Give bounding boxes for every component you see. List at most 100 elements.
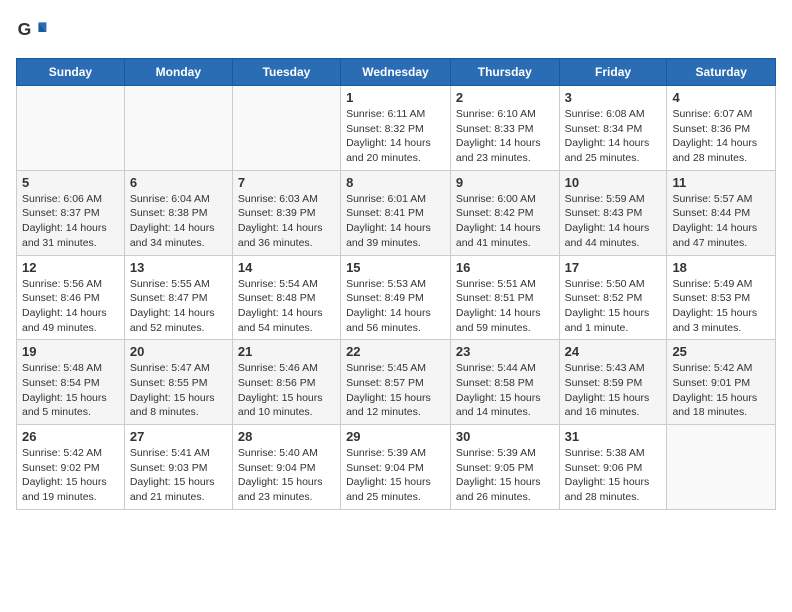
day-number: 29 [346, 429, 445, 444]
day-info: Sunrise: 5:56 AM Sunset: 8:46 PM Dayligh… [22, 277, 119, 336]
calendar-cell [124, 86, 232, 171]
day-number: 6 [130, 175, 227, 190]
day-number: 7 [238, 175, 335, 190]
calendar-cell: 9Sunrise: 6:00 AM Sunset: 8:42 PM Daylig… [450, 170, 559, 255]
day-number: 20 [130, 344, 227, 359]
day-info: Sunrise: 5:44 AM Sunset: 8:58 PM Dayligh… [456, 361, 554, 420]
day-info: Sunrise: 5:42 AM Sunset: 9:01 PM Dayligh… [672, 361, 770, 420]
day-info: Sunrise: 5:53 AM Sunset: 8:49 PM Dayligh… [346, 277, 445, 336]
calendar-cell: 20 Sunrise: 5:47 AM Sunset: 8:55 PM Dayli… [124, 340, 232, 425]
calendar-cell: 31 Sunrise: 5:38 AM Sunset: 9:06 PM Dayli… [559, 425, 667, 510]
calendar-cell: 17 Sunrise: 5:50 AM Sunset: 8:52 PM Dayli… [559, 255, 667, 340]
day-number: 26 [22, 429, 119, 444]
day-info: Sunrise: 5:55 AM Sunset: 8:47 PM Dayligh… [130, 277, 227, 336]
day-number: 10 [565, 175, 662, 190]
day-number: 22 [346, 344, 445, 359]
weekday-header-friday: Friday [559, 59, 667, 86]
day-number: 28 [238, 429, 335, 444]
day-number: 2 [456, 90, 554, 105]
calendar-week-4: 19Sunrise: 5:48 AM Sunset: 8:54 PM Dayli… [17, 340, 776, 425]
calendar-cell: 25 Sunrise: 5:42 AM Sunset: 9:01 PM Dayli… [667, 340, 776, 425]
calendar-cell: 21 Sunrise: 5:46 AM Sunset: 8:56 PM Dayli… [232, 340, 340, 425]
calendar-cell: 12 Sunrise: 5:56 AM Sunset: 8:46 PM Dayli… [17, 255, 125, 340]
calendar-cell [232, 86, 340, 171]
calendar-cell: 13 Sunrise: 5:55 AM Sunset: 8:47 PM Dayli… [124, 255, 232, 340]
logo: G [16, 16, 52, 48]
day-number: 31 [565, 429, 662, 444]
day-info: Sunrise: 6:11 AM Sunset: 8:32 PM Dayligh… [346, 107, 445, 166]
day-number: 30 [456, 429, 554, 444]
day-info: Sunrise: 6:10 AM Sunset: 8:33 PM Dayligh… [456, 107, 554, 166]
logo-icon: G [16, 16, 48, 48]
day-number: 3 [565, 90, 662, 105]
day-info: Sunrise: 5:45 AM Sunset: 8:57 PM Dayligh… [346, 361, 445, 420]
day-number: 17 [565, 260, 662, 275]
calendar-cell: 14Sunrise: 5:54 AM Sunset: 8:48 PM Dayli… [232, 255, 340, 340]
calendar-cell: 22 Sunrise: 5:45 AM Sunset: 8:57 PM Dayli… [341, 340, 451, 425]
day-info: Sunrise: 5:51 AM Sunset: 8:51 PM Dayligh… [456, 277, 554, 336]
day-info: Sunrise: 5:41 AM Sunset: 9:03 PM Dayligh… [130, 446, 227, 505]
day-number: 15 [346, 260, 445, 275]
weekday-header-wednesday: Wednesday [341, 59, 451, 86]
page-header: G [16, 16, 776, 48]
day-info: Sunrise: 5:49 AM Sunset: 8:53 PM Dayligh… [672, 277, 770, 336]
day-info: Sunrise: 6:08 AM Sunset: 8:34 PM Dayligh… [565, 107, 662, 166]
calendar-week-3: 12 Sunrise: 5:56 AM Sunset: 8:46 PM Dayli… [17, 255, 776, 340]
calendar-cell: 28 Sunrise: 5:40 AM Sunset: 9:04 PM Dayli… [232, 425, 340, 510]
calendar-cell: 6Sunrise: 6:04 AM Sunset: 8:38 PM Daylig… [124, 170, 232, 255]
calendar-cell: 23 Sunrise: 5:44 AM Sunset: 8:58 PM Dayli… [450, 340, 559, 425]
calendar-cell: 26Sunrise: 5:42 AM Sunset: 9:02 PM Dayli… [17, 425, 125, 510]
calendar-table: SundayMondayTuesdayWednesdayThursdayFrid… [16, 58, 776, 510]
calendar-cell [667, 425, 776, 510]
calendar-week-2: 5Sunrise: 6:06 AM Sunset: 8:37 PM Daylig… [17, 170, 776, 255]
calendar-cell: 29 Sunrise: 5:39 AM Sunset: 9:04 PM Dayli… [341, 425, 451, 510]
day-number: 27 [130, 429, 227, 444]
day-number: 25 [672, 344, 770, 359]
calendar-cell: 3 Sunrise: 6:08 AM Sunset: 8:34 PM Daylig… [559, 86, 667, 171]
calendar-cell: 4 Sunrise: 6:07 AM Sunset: 8:36 PM Daylig… [667, 86, 776, 171]
calendar-body: 1 Sunrise: 6:11 AM Sunset: 8:32 PM Daylig… [17, 86, 776, 510]
svg-text:G: G [18, 19, 32, 39]
calendar-cell: 11 Sunrise: 5:57 AM Sunset: 8:44 PM Dayli… [667, 170, 776, 255]
day-info: Sunrise: 5:47 AM Sunset: 8:55 PM Dayligh… [130, 361, 227, 420]
day-info: Sunrise: 6:03 AM Sunset: 8:39 PM Dayligh… [238, 192, 335, 251]
calendar-cell: 19Sunrise: 5:48 AM Sunset: 8:54 PM Dayli… [17, 340, 125, 425]
day-info: Sunrise: 5:40 AM Sunset: 9:04 PM Dayligh… [238, 446, 335, 505]
day-number: 1 [346, 90, 445, 105]
day-number: 4 [672, 90, 770, 105]
day-number: 14 [238, 260, 335, 275]
day-number: 18 [672, 260, 770, 275]
day-number: 8 [346, 175, 445, 190]
day-number: 23 [456, 344, 554, 359]
day-info: Sunrise: 5:50 AM Sunset: 8:52 PM Dayligh… [565, 277, 662, 336]
day-info: Sunrise: 6:07 AM Sunset: 8:36 PM Dayligh… [672, 107, 770, 166]
day-number: 21 [238, 344, 335, 359]
day-info: Sunrise: 5:57 AM Sunset: 8:44 PM Dayligh… [672, 192, 770, 251]
day-number: 5 [22, 175, 119, 190]
calendar-cell: 2 Sunrise: 6:10 AM Sunset: 8:33 PM Daylig… [450, 86, 559, 171]
calendar-cell: 5Sunrise: 6:06 AM Sunset: 8:37 PM Daylig… [17, 170, 125, 255]
weekday-header-tuesday: Tuesday [232, 59, 340, 86]
day-info: Sunrise: 5:59 AM Sunset: 8:43 PM Dayligh… [565, 192, 662, 251]
day-info: Sunrise: 5:39 AM Sunset: 9:05 PM Dayligh… [456, 446, 554, 505]
day-number: 16 [456, 260, 554, 275]
calendar-week-1: 1 Sunrise: 6:11 AM Sunset: 8:32 PM Daylig… [17, 86, 776, 171]
weekday-header-monday: Monday [124, 59, 232, 86]
day-number: 24 [565, 344, 662, 359]
day-number: 19 [22, 344, 119, 359]
day-info: Sunrise: 5:38 AM Sunset: 9:06 PM Dayligh… [565, 446, 662, 505]
calendar-cell: 30 Sunrise: 5:39 AM Sunset: 9:05 PM Dayli… [450, 425, 559, 510]
day-number: 13 [130, 260, 227, 275]
day-info: Sunrise: 5:46 AM Sunset: 8:56 PM Dayligh… [238, 361, 335, 420]
day-info: Sunrise: 6:00 AM Sunset: 8:42 PM Dayligh… [456, 192, 554, 251]
day-number: 11 [672, 175, 770, 190]
day-number: 12 [22, 260, 119, 275]
day-info: Sunrise: 5:43 AM Sunset: 8:59 PM Dayligh… [565, 361, 662, 420]
day-info: Sunrise: 5:39 AM Sunset: 9:04 PM Dayligh… [346, 446, 445, 505]
calendar-cell: 8Sunrise: 6:01 AM Sunset: 8:41 PM Daylig… [341, 170, 451, 255]
calendar-cell: 1 Sunrise: 6:11 AM Sunset: 8:32 PM Daylig… [341, 86, 451, 171]
calendar-cell: 18 Sunrise: 5:49 AM Sunset: 8:53 PM Dayli… [667, 255, 776, 340]
weekday-header-saturday: Saturday [667, 59, 776, 86]
weekday-header-sunday: Sunday [17, 59, 125, 86]
calendar-cell: 15 Sunrise: 5:53 AM Sunset: 8:49 PM Dayli… [341, 255, 451, 340]
